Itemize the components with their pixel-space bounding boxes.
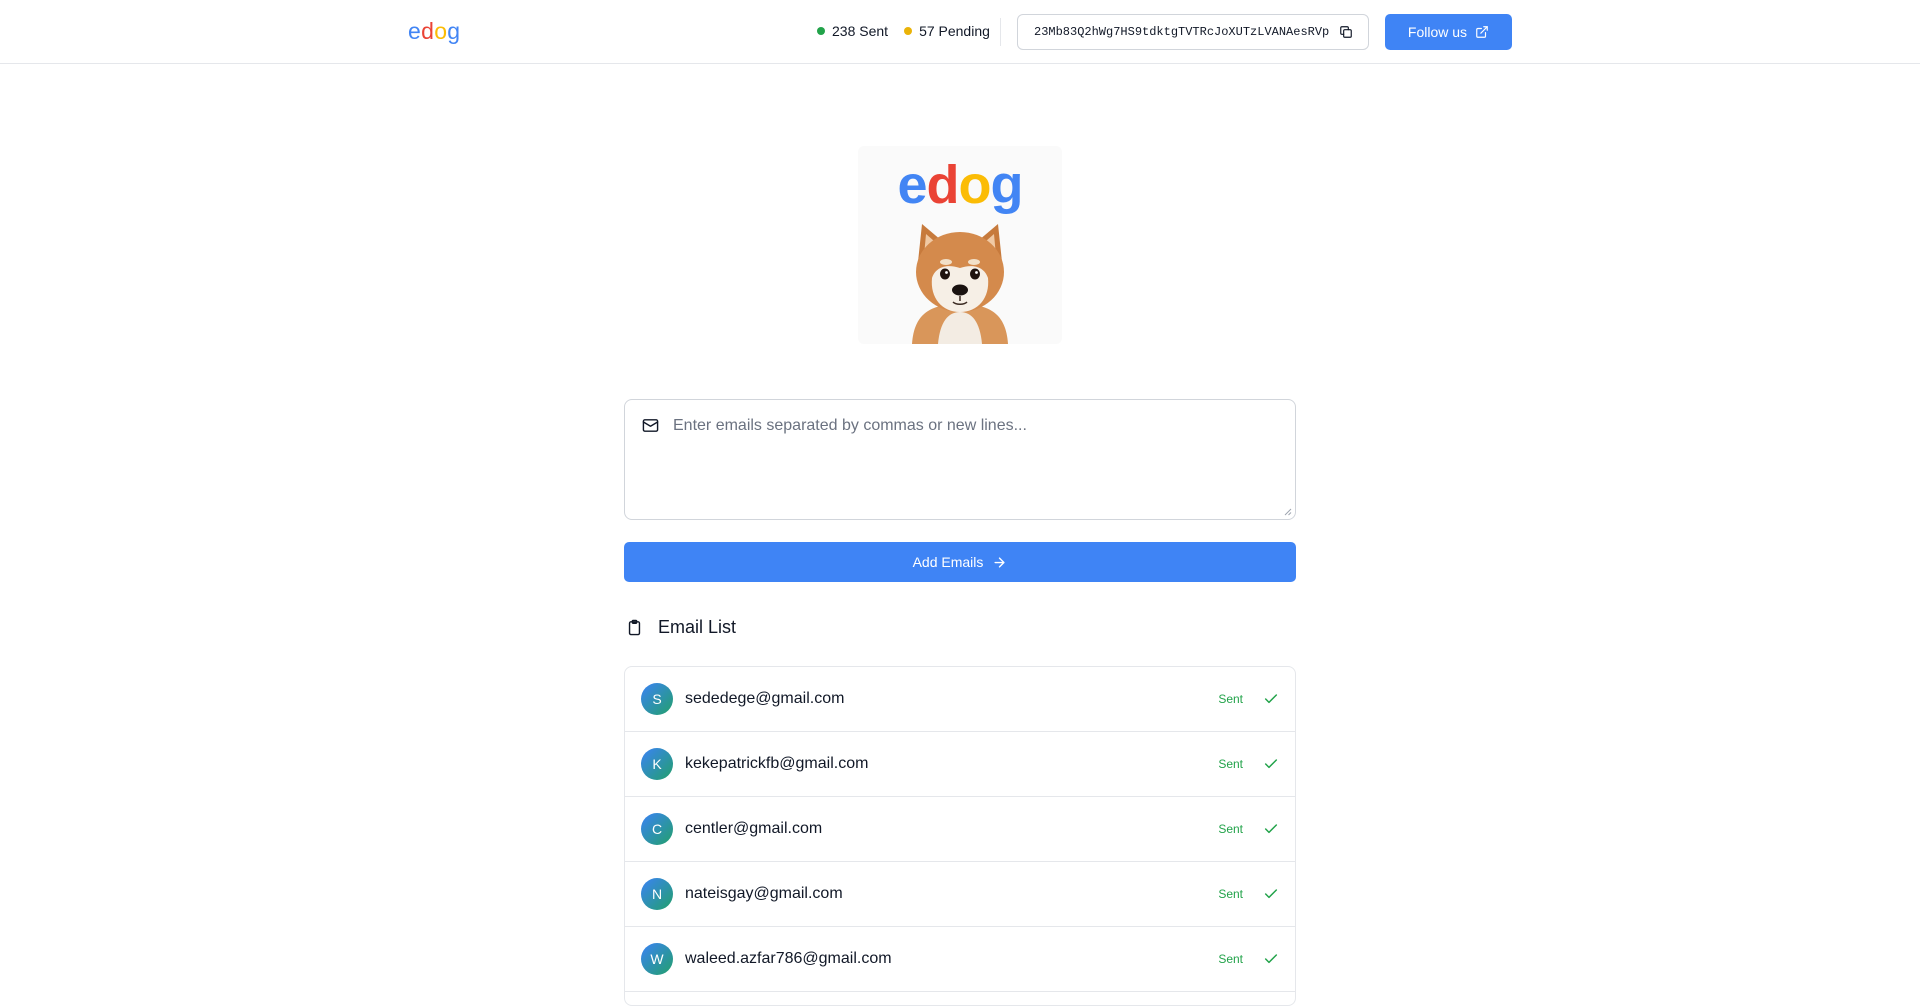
hero-letter: d [926,155,960,215]
list-item: K kekepatrickfb@gmail.com Sent [625,732,1295,797]
avatar: C [641,813,673,845]
avatar: S [641,683,673,715]
email-list-heading: Email List [624,617,736,638]
list-item: S sededege@gmail.com Sent [625,667,1295,732]
emails-textarea[interactable] [673,417,1273,507]
list-item: N nateisgay@gmail.com Sent [625,862,1295,927]
add-emails-label: Add Emails [912,554,984,570]
add-emails-button[interactable]: Add Emails [624,542,1296,582]
brand-letter: e [408,18,422,44]
status-badge: Sent [1218,692,1243,706]
avatar: N [641,878,673,910]
check-icon [1264,759,1278,769]
brand-letter: d [421,18,435,44]
clipboard-icon [628,619,641,636]
contract-address-box[interactable]: 23Mb83Q2hWg7HS9tdktgTVTRcJoXUTzLVANAesRV… [1017,14,1369,50]
resize-handle-icon[interactable] [1284,508,1292,516]
email-address: kekepatrickfb@gmail.com [685,755,869,772]
top-bar: edog 238 Sent 57 Pending 23Mb83Q2hWg7HS9… [0,0,1920,64]
follow-us-label: Follow us [1407,24,1468,40]
pending-dot-icon [904,27,913,35]
sent-count: 238 Sent [832,23,889,39]
check-icon [1264,954,1278,964]
follow-us-button[interactable]: Follow us [1385,14,1512,50]
check-icon [1264,889,1278,899]
external-link-icon [1476,26,1488,38]
brand-letter: o [434,18,448,44]
hero-letter: e [897,155,927,215]
email-address: centler@gmail.com [685,820,823,837]
avatar: W [641,943,673,975]
hero-wordmark: edog [858,154,1062,216]
email-input-box [624,399,1296,520]
brand-letter: g [447,18,461,44]
status-badge: Sent [1218,757,1243,771]
email-list-title: Email List [658,617,737,637]
sent-dot-icon [817,27,825,35]
copy-icon[interactable] [1338,24,1354,40]
hero-letter: g [990,155,1024,215]
email-address: waleed.azfar786@gmail.com [685,950,892,967]
contract-address: 23Mb83Q2hWg7HS9tdktgTVTRcJoXUTzLVANAesRV… [1034,25,1330,39]
sent-stat: 238 Sent [817,23,888,39]
pending-stat: 57 Pending [904,23,990,39]
shiba-puppy-icon [912,224,1008,344]
email-address: nateisgay@gmail.com [685,885,843,902]
check-icon [1264,694,1278,704]
header-divider [1000,18,1001,46]
stats-group: 238 Sent 57 Pending [817,23,1006,39]
email-list: S sededege@gmail.com Sent K kekepatrickf… [624,666,1296,1006]
hero-image: edog [858,146,1062,344]
list-item: W waleed.azfar786@gmail.com Sent [625,927,1295,992]
email-address: sededege@gmail.com [685,690,845,707]
check-icon [1264,824,1278,834]
avatar: K [641,748,673,780]
status-badge: Sent [1218,822,1243,836]
list-item: C centler@gmail.com Sent [625,797,1295,862]
pending-count: 57 Pending [919,23,990,39]
hero-letter: o [958,155,992,215]
mail-icon [642,419,659,432]
status-badge: Sent [1218,887,1243,901]
status-badge: Sent [1218,952,1243,966]
brand-logo[interactable]: edog [408,18,460,45]
arrow-right-icon [994,556,1005,568]
